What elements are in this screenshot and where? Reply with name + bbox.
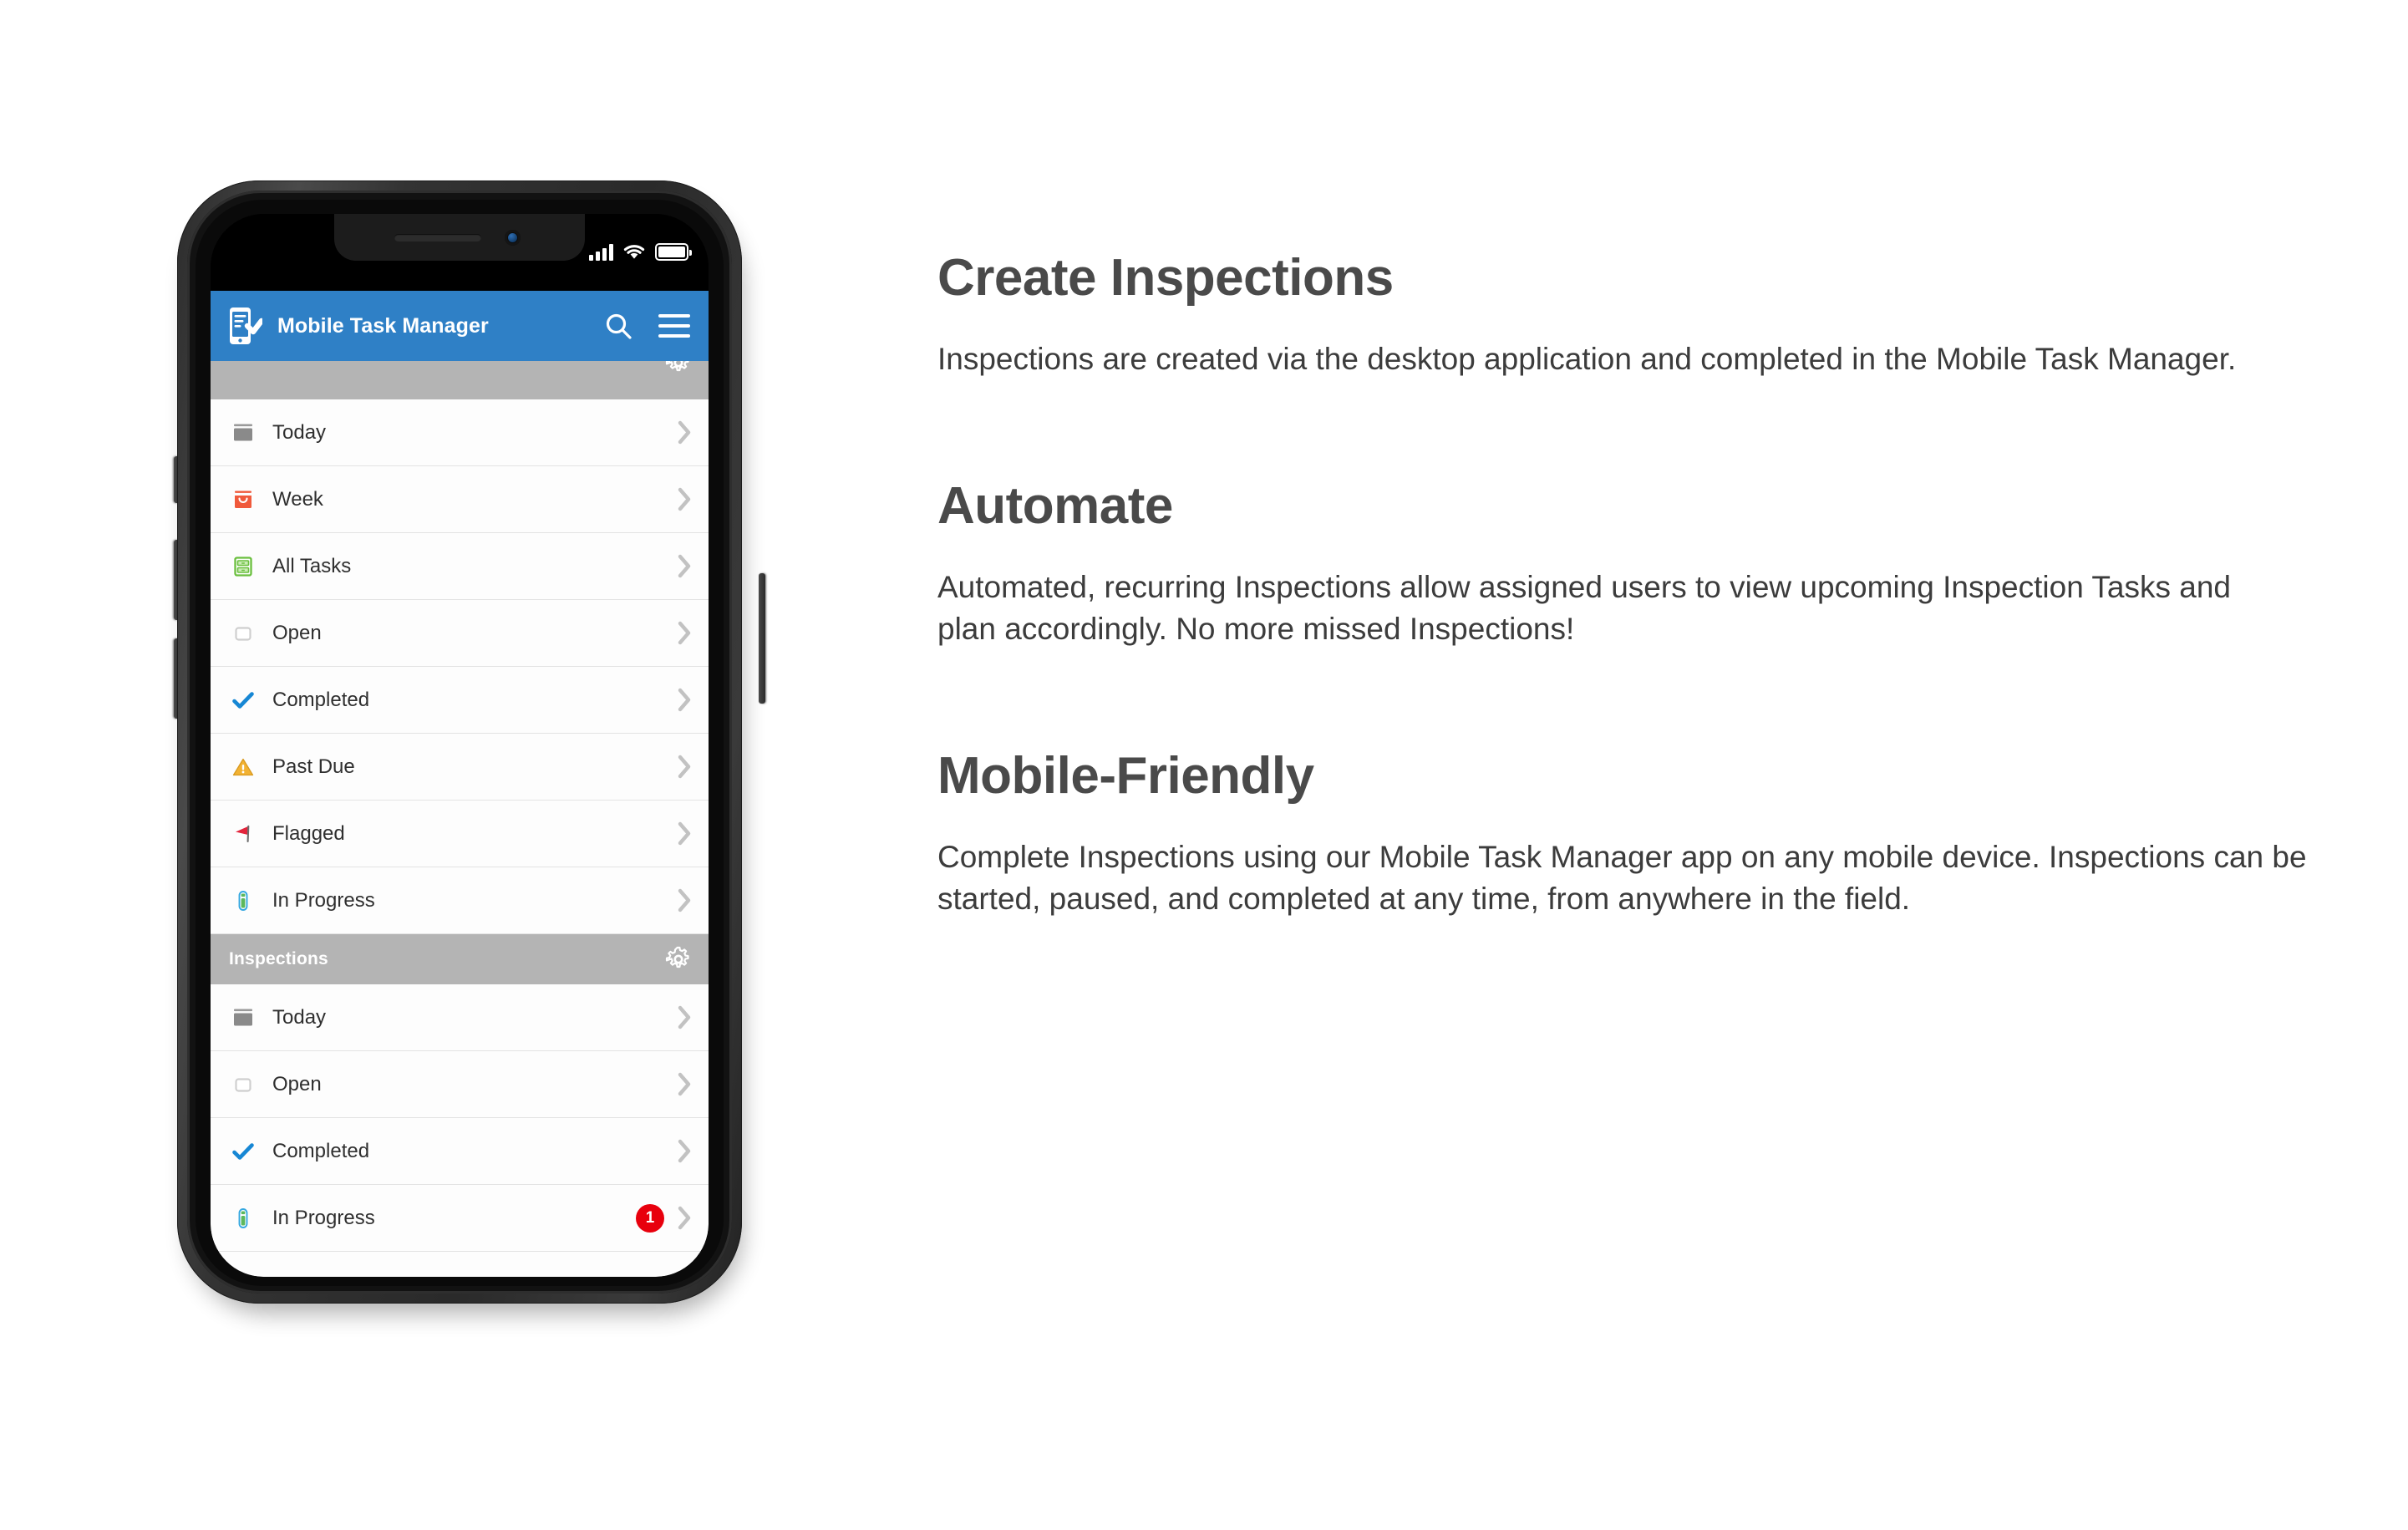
list-item-label: Week [272, 487, 323, 511]
status-bar-icons [589, 236, 692, 261]
section-body-text: Inspections are created via the desktop … [937, 342, 2237, 377]
chevron-right-icon [678, 621, 692, 645]
navigation-list[interactable]: Today Week All Tasks Open Completed Past… [211, 361, 709, 1277]
file-cabinet-icon [229, 552, 257, 581]
chevron-right-icon [678, 554, 692, 578]
wifi-icon [622, 242, 646, 261]
phone-notch [334, 214, 585, 261]
list-item[interactable]: Completed [211, 1118, 709, 1185]
list-item[interactable]: Past Due [211, 734, 709, 801]
chevron-right-icon [678, 487, 692, 511]
section-header-inspections: Inspections [211, 934, 709, 984]
phone-mockup: Mobile Task Manager Today Week All Tasks… [174, 180, 765, 1334]
list-item[interactable]: All Tasks [211, 533, 709, 600]
list-item-label: Open [272, 621, 322, 644]
chevron-right-icon [678, 1139, 692, 1163]
list-item[interactable]: Open [211, 1051, 709, 1118]
battery-full-icon [655, 243, 692, 261]
list-item[interactable]: Past Due [211, 1252, 709, 1277]
feature-content: Create Inspections Inspections are creat… [937, 251, 2308, 920]
gear-icon[interactable] [665, 946, 692, 973]
red-flag-icon [229, 820, 257, 848]
hamburger-menu-icon[interactable] [658, 314, 690, 338]
front-camera-icon [505, 230, 521, 246]
list-item-label: In Progress [272, 1206, 375, 1229]
list-item-label: In Progress [272, 888, 375, 912]
chevron-right-icon [678, 1005, 692, 1029]
section-heading: Mobile-Friendly [937, 747, 1314, 805]
blue-checkmark-icon [229, 686, 257, 714]
section-header-title: Inspections [229, 949, 328, 968]
mobile-task-manager-logo-icon [229, 307, 265, 345]
calendar-block-icon [229, 419, 257, 447]
phone-body: Mobile Task Manager Today Week All Tasks… [177, 180, 742, 1304]
empty-checkbox-icon [229, 1070, 257, 1099]
progress-battery-icon [229, 1204, 257, 1233]
warning-triangle-icon [229, 1271, 257, 1277]
chevron-right-icon [678, 1206, 692, 1230]
status-bar [211, 214, 709, 291]
phone-power-button[interactable] [759, 573, 765, 704]
list-item-label: Open [272, 1072, 322, 1095]
list-item-label: Past Due [272, 1273, 355, 1278]
list-item-label: Past Due [272, 755, 355, 778]
list-item-label: Flagged [272, 821, 345, 845]
list-item[interactable]: In Progress [211, 867, 709, 934]
list-item-label: Completed [272, 1139, 370, 1162]
section-header-tasks [211, 361, 709, 399]
app-bar: Mobile Task Manager [211, 291, 709, 361]
section-heading: Create Inspections [937, 249, 1394, 307]
list-item[interactable]: Open [211, 600, 709, 667]
feature-section-automate: Automate Automated, recurring Inspection… [937, 479, 2308, 650]
list-item-label: Today [272, 1005, 327, 1029]
list-item[interactable]: Completed [211, 667, 709, 734]
search-icon[interactable] [603, 311, 633, 341]
chevron-right-icon [678, 755, 692, 779]
feature-section-mobile-friendly: Mobile-Friendly Complete Inspections usi… [937, 749, 2308, 920]
chevron-right-icon [678, 888, 692, 912]
earpiece-speaker-icon [394, 234, 481, 241]
list-item-label: Completed [272, 688, 370, 711]
chevron-right-icon [678, 1072, 692, 1096]
list-item-label: Today [272, 420, 327, 444]
list-item[interactable]: Today [211, 984, 709, 1051]
cellular-signal-icon [589, 242, 613, 261]
calendar-block-icon [229, 1004, 257, 1032]
list-item[interactable]: Today [211, 399, 709, 466]
app-title: Mobile Task Manager [277, 313, 489, 338]
empty-checkbox-icon [229, 619, 257, 648]
section-heading: Automate [937, 477, 1173, 536]
chevron-right-icon [678, 821, 692, 846]
chevron-right-icon [678, 688, 692, 712]
section-body-text: Complete Inspections using our Mobile Ta… [937, 840, 2307, 917]
status-badge: 1 [636, 1203, 664, 1233]
list-item[interactable]: Flagged [211, 801, 709, 867]
list-item[interactable]: In Progress 1 [211, 1185, 709, 1252]
section-body-text: Automated, recurring Inspections allow a… [937, 570, 2231, 647]
progress-battery-icon [229, 887, 257, 915]
list-item-label: All Tasks [272, 554, 352, 577]
warning-triangle-icon [229, 753, 257, 781]
list-item[interactable]: Week [211, 466, 709, 533]
page-root: Mobile Task Manager Today Week All Tasks… [0, 0, 2408, 1530]
chevron-right-icon [678, 420, 692, 445]
gear-icon[interactable] [665, 361, 692, 376]
blue-checkmark-icon [229, 1137, 257, 1166]
feature-section-create-inspections: Create Inspections Inspections are creat… [937, 251, 2308, 380]
inbox-tray-icon [229, 485, 257, 514]
chevron-right-icon [678, 1273, 692, 1277]
phone-screen: Mobile Task Manager Today Week All Tasks… [211, 214, 709, 1277]
